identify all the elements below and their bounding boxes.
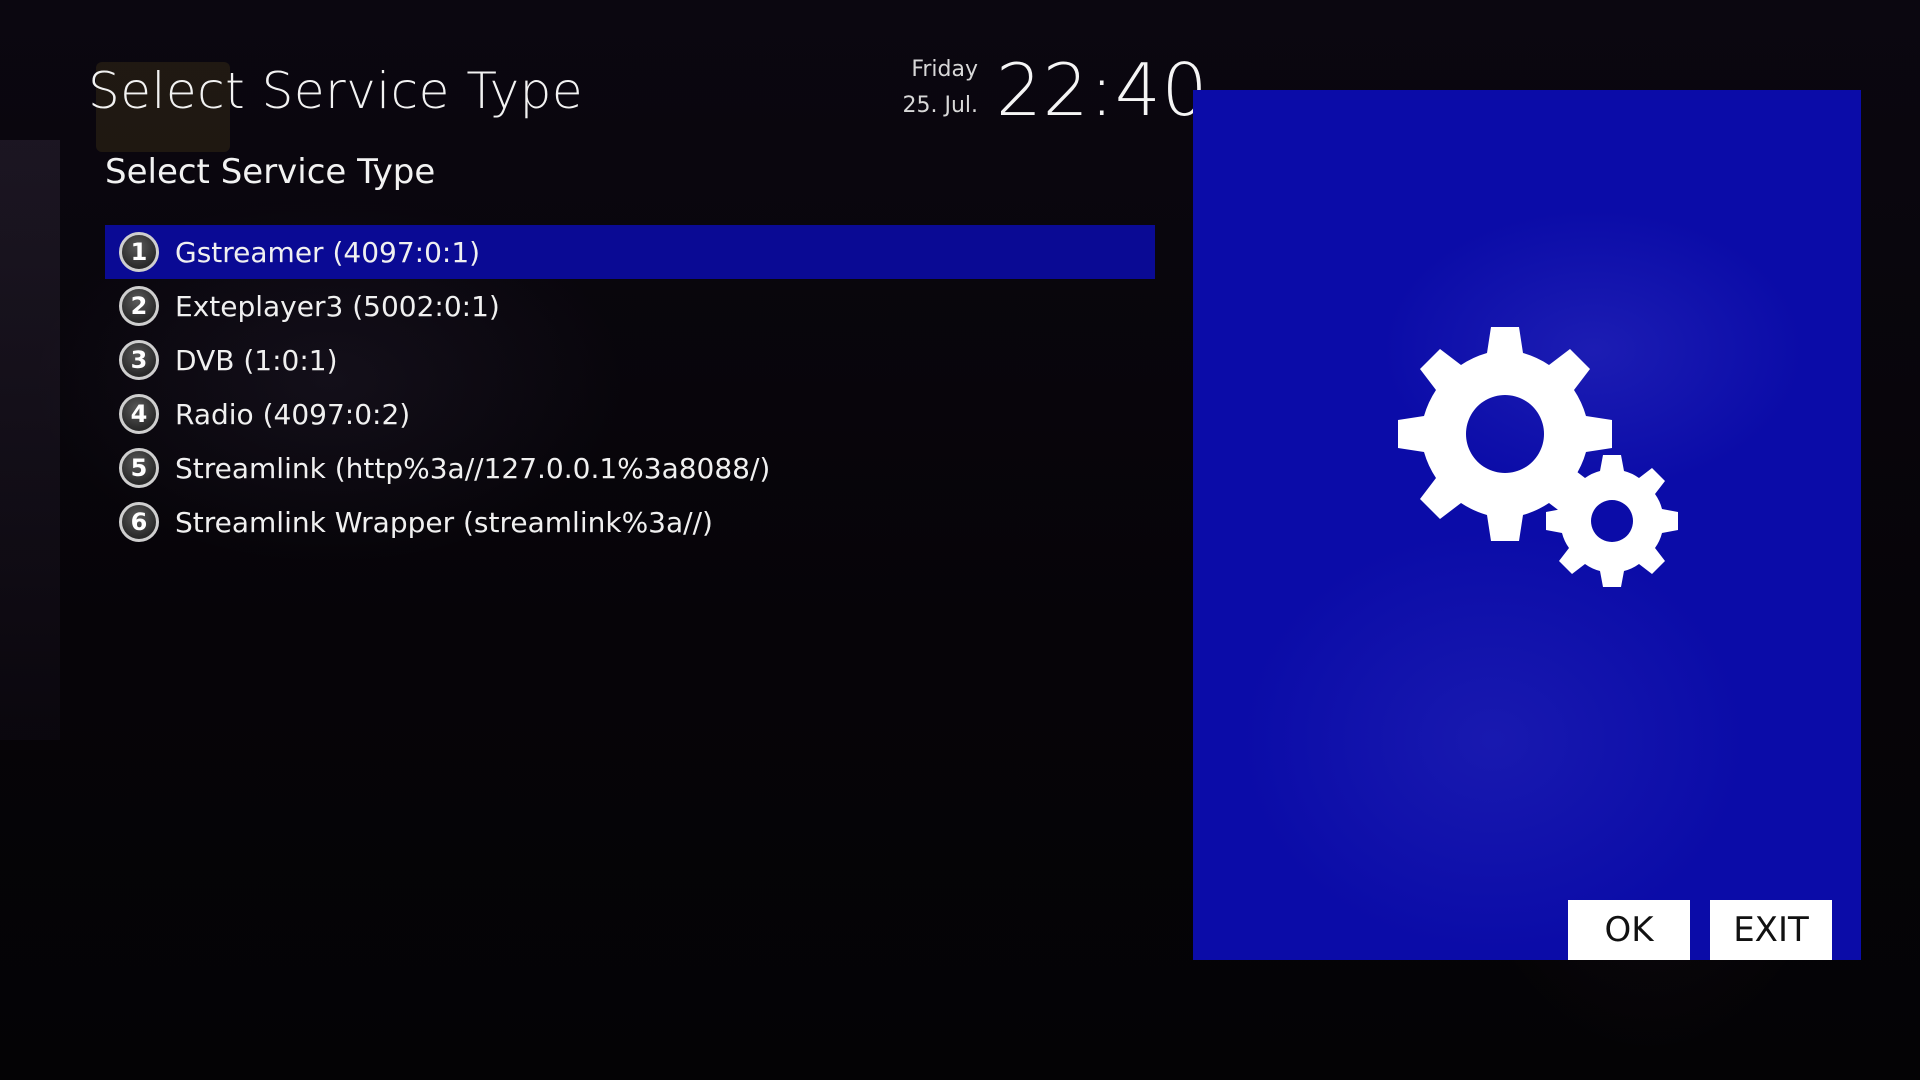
- number-badge: 4: [119, 394, 159, 434]
- number-badge: 3: [119, 340, 159, 380]
- clock-date: 25. Jul.: [902, 93, 978, 118]
- list-item-label: Streamlink (http%3a//127.0.0.1%3a8088/): [175, 451, 771, 485]
- list-item-streamlink[interactable]: 5 Streamlink (http%3a//127.0.0.1%3a8088/…: [105, 441, 1155, 495]
- list-item-radio[interactable]: 4 Radio (4097:0:2): [105, 387, 1155, 441]
- number-badge: 2: [119, 286, 159, 326]
- screen: Select Service Type Friday 25. Jul. 22:4…: [0, 0, 1920, 1080]
- number-badge: 5: [119, 448, 159, 488]
- list-header: Select Service Type: [105, 152, 436, 192]
- number-badge: 6: [119, 502, 159, 542]
- settings-gears-icon: [1398, 327, 1678, 587]
- list-item-dvb[interactable]: 3 DVB (1:0:1): [105, 333, 1155, 387]
- window-title: Select Service Type: [88, 62, 584, 120]
- list-item-streamlink-wrapper[interactable]: 6 Streamlink Wrapper (streamlink%3a//): [105, 495, 1155, 549]
- background-stripe: [0, 140, 60, 740]
- list-item-exteplayer3[interactable]: 2 Exteplayer3 (5002:0:1): [105, 279, 1155, 333]
- small-gear-icon: [1546, 455, 1678, 587]
- list-item-label: Radio (4097:0:2): [175, 397, 411, 431]
- service-type-list: 1 Gstreamer (4097:0:1) 2 Exteplayer3 (50…: [105, 225, 1155, 549]
- list-item-label: Exteplayer3 (5002:0:1): [175, 289, 500, 323]
- list-item-gstreamer[interactable]: 1 Gstreamer (4097:0:1): [105, 225, 1155, 279]
- list-item-label: Gstreamer (4097:0:1): [175, 235, 481, 269]
- ok-button[interactable]: OK: [1568, 900, 1690, 960]
- list-item-label: Streamlink Wrapper (streamlink%3a//): [175, 505, 713, 539]
- clock-time: 22:40: [996, 48, 1209, 132]
- info-panel: [1193, 90, 1861, 960]
- number-badge: 1: [119, 232, 159, 272]
- exit-button[interactable]: EXIT: [1710, 900, 1832, 960]
- list-item-label: DVB (1:0:1): [175, 343, 338, 377]
- clock-day: Friday: [911, 57, 978, 82]
